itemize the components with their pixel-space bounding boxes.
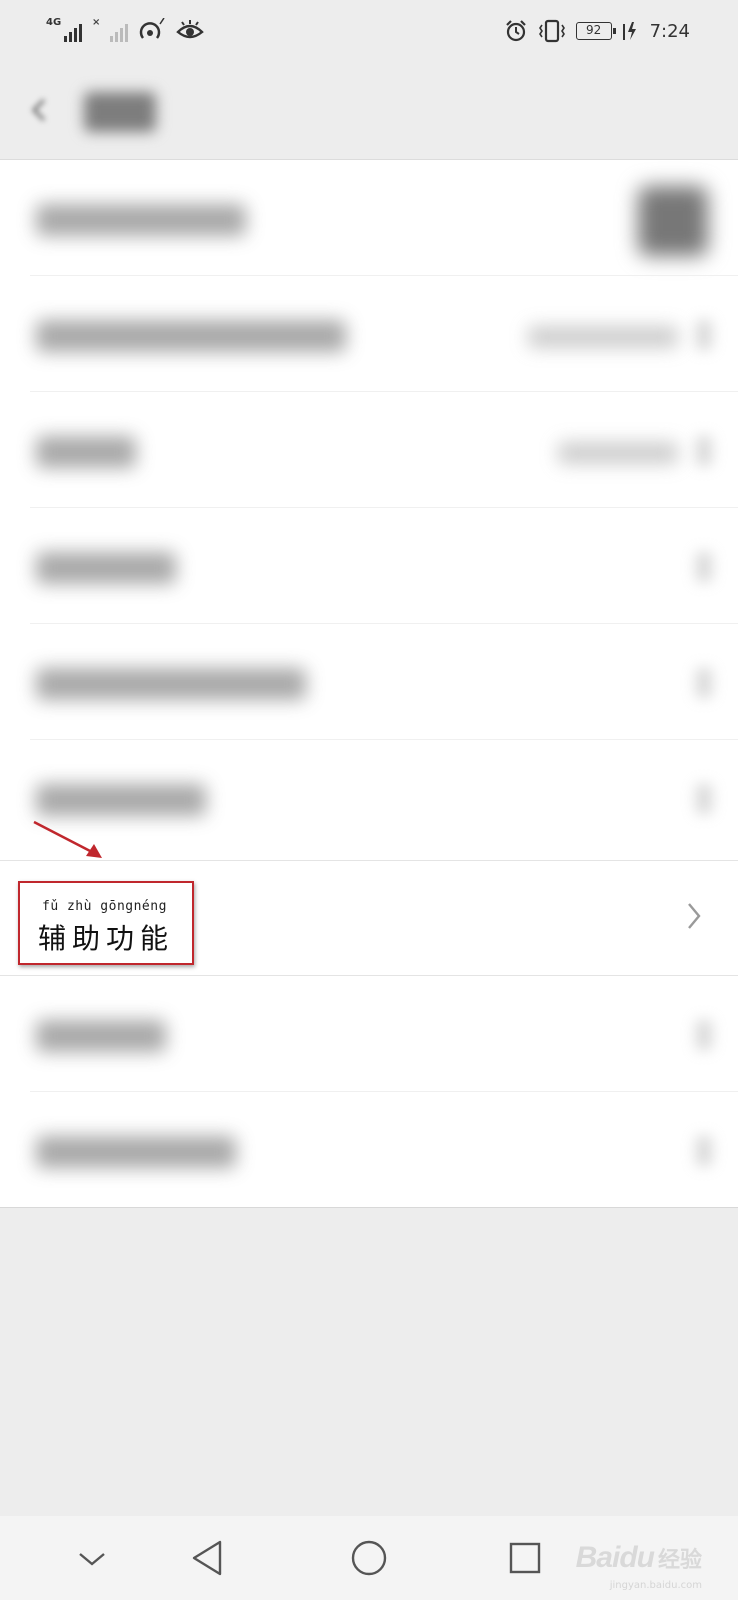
chevron-right-icon	[696, 1020, 712, 1050]
settings-row-label	[36, 320, 346, 352]
settings-list	[0, 160, 738, 1208]
status-right: 92 7:24	[504, 16, 690, 46]
eye-comfort-icon	[176, 20, 204, 39]
chevron-right-icon	[696, 784, 712, 814]
settings-row[interactable]	[0, 276, 738, 392]
chevron-right-icon	[696, 668, 712, 698]
accessibility-label: 辅助功能	[38, 922, 175, 955]
home-icon[interactable]	[347, 1536, 391, 1580]
clock-time: 7:24	[649, 20, 690, 42]
accessibility-pinyin: fǔ zhù gōngnéng	[42, 899, 167, 914]
settings-row[interactable]	[0, 392, 738, 508]
settings-row[interactable]	[0, 976, 738, 1092]
collapse-icon[interactable]	[70, 1536, 114, 1580]
settings-row[interactable]	[0, 1092, 738, 1208]
watermark-url: jingyan.baidu.com	[609, 1580, 702, 1591]
recents-icon[interactable]	[503, 1536, 547, 1580]
accessibility-highlight-box: fǔ zhù gōngnéng 辅助功能	[18, 881, 194, 965]
signal-sim1-icon: 4G	[46, 18, 82, 44]
status-left: 4G ×	[46, 16, 204, 46]
back-icon[interactable]	[188, 1536, 232, 1580]
settings-row-value	[528, 326, 678, 348]
settings-row-label	[36, 436, 136, 468]
back-arrow-icon[interactable]	[30, 98, 48, 122]
chevron-right-icon	[688, 903, 701, 929]
app-header	[0, 62, 738, 160]
status-bar: 4G × 92 7:24	[0, 0, 738, 62]
settings-row-value	[558, 442, 678, 464]
settings-row[interactable]	[0, 740, 738, 856]
chevron-right-icon	[696, 552, 712, 582]
page-title	[84, 92, 156, 132]
settings-row-label	[36, 552, 176, 584]
baidu-watermark: Baidu 经验	[576, 1538, 702, 1578]
sim2-no-service-label: ×	[92, 17, 101, 28]
settings-row[interactable]	[0, 508, 738, 624]
battery-indicator: 92	[575, 22, 616, 40]
hotspot-icon	[139, 18, 165, 39]
chevron-right-icon	[696, 436, 712, 466]
charging-icon	[622, 22, 636, 40]
signal-sim2-icon: ×	[92, 18, 128, 44]
settings-row-accessibility[interactable]: fǔ zhù gōngnéng 辅助功能	[0, 860, 738, 976]
watermark-brand: Baidu	[575, 1541, 655, 1574]
navigation-bar: Baidu 经验 jingyan.baidu.com	[0, 1516, 738, 1600]
avatar	[638, 186, 708, 256]
chevron-right-icon	[696, 320, 712, 350]
alarm-icon	[505, 20, 526, 42]
settings-row-label	[36, 784, 206, 816]
settings-row-label	[36, 204, 246, 236]
annotation-arrow-icon	[33, 820, 102, 858]
settings-row-label	[36, 668, 306, 700]
settings-row-label	[36, 1020, 166, 1052]
settings-row-label	[36, 1136, 236, 1168]
settings-row[interactable]	[0, 624, 738, 740]
network-type-label: 4G	[46, 17, 62, 28]
watermark-cn: 经验	[657, 1548, 702, 1573]
vibrate-icon	[538, 19, 565, 43]
chevron-right-icon	[696, 1136, 712, 1166]
settings-row-profile[interactable]	[0, 160, 738, 276]
